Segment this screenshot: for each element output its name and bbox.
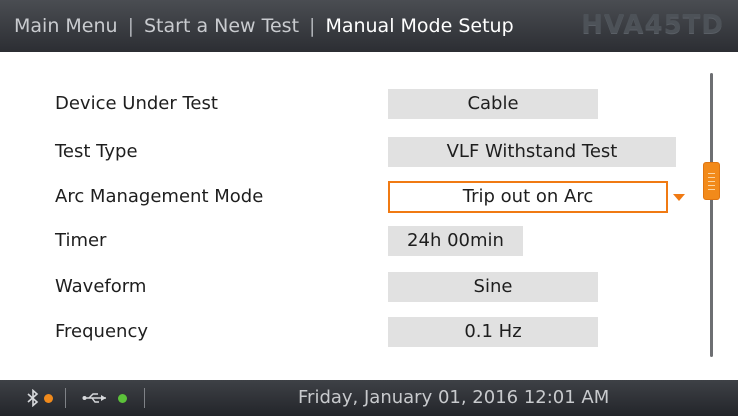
setting-label: Test Type (55, 141, 138, 162)
frequency-value[interactable]: 0.1 Hz (388, 317, 598, 347)
grip-line (708, 173, 715, 174)
setting-row-waveform: Waveform Sine (0, 270, 700, 304)
grip-line (708, 185, 715, 186)
breadcrumb-separator: | (309, 15, 316, 37)
timer-value[interactable]: 24h 00min (388, 226, 523, 256)
settings-panel: Device Under Test Cable Test Type VLF Wi… (0, 52, 738, 380)
waveform-value[interactable]: Sine (388, 272, 598, 302)
setting-label: Waveform (55, 276, 147, 297)
breadcrumb-main-menu[interactable]: Main Menu (14, 15, 118, 37)
setting-row-device-under-test: Device Under Test Cable (0, 87, 700, 121)
bluetooth-icon (27, 389, 39, 407)
usb-status-indicator (118, 394, 127, 403)
grip-line (708, 181, 715, 182)
divider (65, 388, 66, 408)
setting-label: Timer (55, 230, 107, 251)
setting-row-test-type: Test Type VLF Withstand Test (0, 135, 700, 169)
chevron-down-icon[interactable] (673, 194, 685, 201)
status-bar: Friday, January 01, 2016 12:01 AM (0, 380, 738, 416)
title-bar: Main Menu | Start a New Test | Manual Mo… (0, 0, 738, 52)
scrollbar-thumb[interactable] (703, 162, 720, 200)
setting-label: Arc Management Mode (55, 186, 264, 207)
breadcrumb-start-new-test[interactable]: Start a New Test (144, 15, 299, 37)
setting-label: Frequency (55, 321, 148, 342)
divider (144, 388, 145, 408)
usb-icon (82, 393, 106, 403)
setting-row-timer: Timer 24h 00min (0, 224, 700, 258)
breadcrumb-manual-mode-setup: Manual Mode Setup (325, 15, 514, 37)
test-type-value[interactable]: VLF Withstand Test (388, 137, 676, 167)
breadcrumb-separator: | (127, 15, 134, 37)
grip-line (708, 189, 715, 190)
setting-row-frequency: Frequency 0.1 Hz (0, 315, 700, 349)
arc-management-mode-dropdown[interactable]: Trip out on Arc (388, 181, 668, 213)
grip-line (708, 177, 715, 178)
setting-label: Device Under Test (55, 93, 218, 114)
brand-logo: HVA45TD (581, 10, 724, 40)
date-time: Friday, January 01, 2016 12:01 AM (298, 387, 610, 408)
bluetooth-status-indicator (44, 394, 53, 403)
device-under-test-value[interactable]: Cable (388, 89, 598, 119)
scrollbar-track[interactable] (710, 73, 713, 357)
setting-row-arc-management-mode: Arc Management Mode Trip out on Arc (0, 180, 700, 214)
